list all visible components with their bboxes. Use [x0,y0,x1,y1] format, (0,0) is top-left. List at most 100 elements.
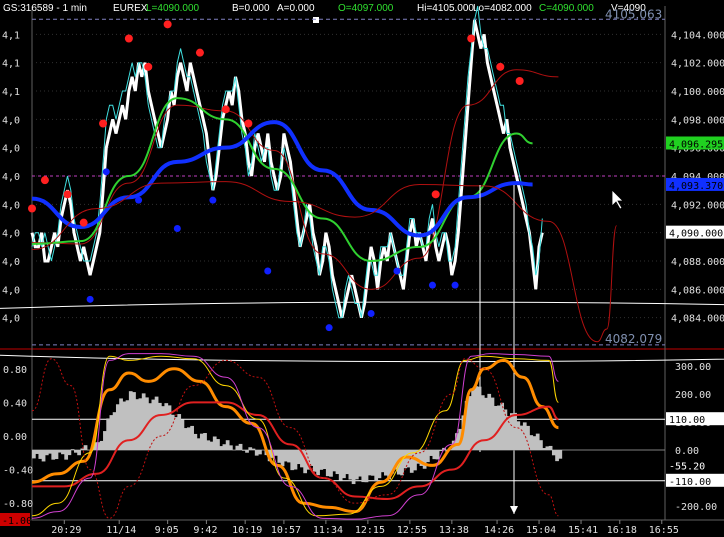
histogram-bar [551,450,556,456]
level-label: 4105.063 [605,7,662,21]
histogram-bar [358,450,362,477]
swing-low-marker [135,196,143,204]
osc-right-tick: -200.00 [675,502,717,513]
histogram-bar [212,436,217,450]
histogram-bar [348,450,353,480]
histogram-bar [435,450,440,460]
x-tick-label: 12:55 [397,525,427,536]
histogram-bar [384,450,388,476]
swing-high-marker [63,190,72,199]
histogram-bar [199,433,204,450]
histogram-bar [329,450,333,477]
histogram-bar [219,446,224,450]
histogram-bar [138,398,143,450]
histogram-bar [354,450,359,480]
price-tick-label: 4,088.000 [671,257,724,268]
histogram-bar [529,435,534,450]
histogram-bar [35,450,39,454]
histogram-bar [67,450,72,456]
x-tick-label: 9:42 [193,525,217,536]
osc-badge-text: -55.20 [669,461,705,472]
chart-canvas[interactable]: GS:316589 - 1 min EUREXL=4090.000 B=0.000 A… [0,0,724,537]
x-tick-label: 16:55 [649,525,679,536]
histogram-bar [109,415,114,450]
histogram-bar [484,397,488,450]
left-price-label: 4,0 [2,314,20,325]
osc-right-tick: 300.00 [675,362,711,373]
swing-low-marker [209,196,217,204]
histogram-bar [70,449,75,450]
histogram-bar [161,406,165,450]
swing-high-marker [221,105,230,114]
histogram-bar [342,450,346,479]
histogram-bar [519,425,524,450]
osc-badge-text: 110.00 [669,415,705,426]
x-tick-label: 16:18 [607,525,637,536]
swing-high-marker [28,204,36,213]
histogram-bar [73,450,78,453]
histogram-bar [374,450,379,482]
swing-low-marker [451,281,459,289]
histogram-bar [154,396,159,450]
histogram-bar [516,421,521,450]
x-tick-label: 20:29 [51,525,81,536]
histogram-bar [77,450,81,456]
header-field: A=0.000 [277,3,315,14]
histogram-bar [157,402,162,450]
swing-high-marker [99,119,108,128]
histogram-bar [203,433,207,450]
left-price-label: 4,1 [2,59,20,70]
histogram-bar [290,450,295,471]
left-price-label: 4,0 [2,172,20,183]
x-tick-label: 12:15 [355,525,385,536]
price-badge-text: 4,096.295 [669,139,723,150]
histogram-bar [367,450,372,476]
header-field: L=4090.000 [146,3,200,14]
histogram-bar [235,445,240,450]
histogram-bar [316,450,320,476]
swing-low-marker [367,310,375,317]
histogram-bar [471,389,475,450]
header-field: O=4097.000 [338,3,394,14]
histogram-bar [293,450,298,470]
x-tick-label: 11:34 [313,525,343,536]
histogram-bar [206,440,211,450]
histogram-bar [222,444,227,450]
histogram-bar [377,450,382,479]
histogram-bar [338,450,343,481]
price-tick-label: 4,104.000 [671,30,724,41]
histogram-bar [509,413,514,450]
left-price-label: 4,1 [2,30,20,41]
x-tick-label: 9:05 [155,525,179,536]
swing-high-marker [163,20,172,29]
histogram-bar [429,450,433,456]
histogram-bar [238,443,243,450]
header-field: Lo=4082.000 [473,3,532,14]
histogram-bar [196,438,201,450]
swing-high-marker [124,34,133,43]
histogram-bar [180,419,185,450]
histogram-bar [241,450,246,451]
histogram-bar [432,450,437,460]
histogram-bar [32,450,36,459]
histogram-bar [83,445,88,450]
histogram-bar [490,397,495,450]
swing-high-marker [515,77,524,85]
histogram-bar [80,448,85,450]
histogram-bar [106,418,111,450]
histogram-bar [351,450,356,485]
swing-high-marker [244,119,253,128]
histogram-bar [112,412,117,450]
header-field: C=4090.000 [539,3,594,14]
histogram-bar [548,445,553,450]
price-tick-label: 4,100.000 [671,87,724,98]
x-tick-label: 11/14 [106,525,136,536]
swing-high-marker [195,48,204,57]
level-label: 4082.079 [605,332,662,346]
left-price-label: 4,0 [2,200,20,211]
histogram-bar [245,450,249,453]
price-tick-label: 4,086.000 [671,285,724,296]
histogram-bar [558,450,563,459]
histogram-bar [61,450,65,455]
histogram-bar [535,433,540,450]
